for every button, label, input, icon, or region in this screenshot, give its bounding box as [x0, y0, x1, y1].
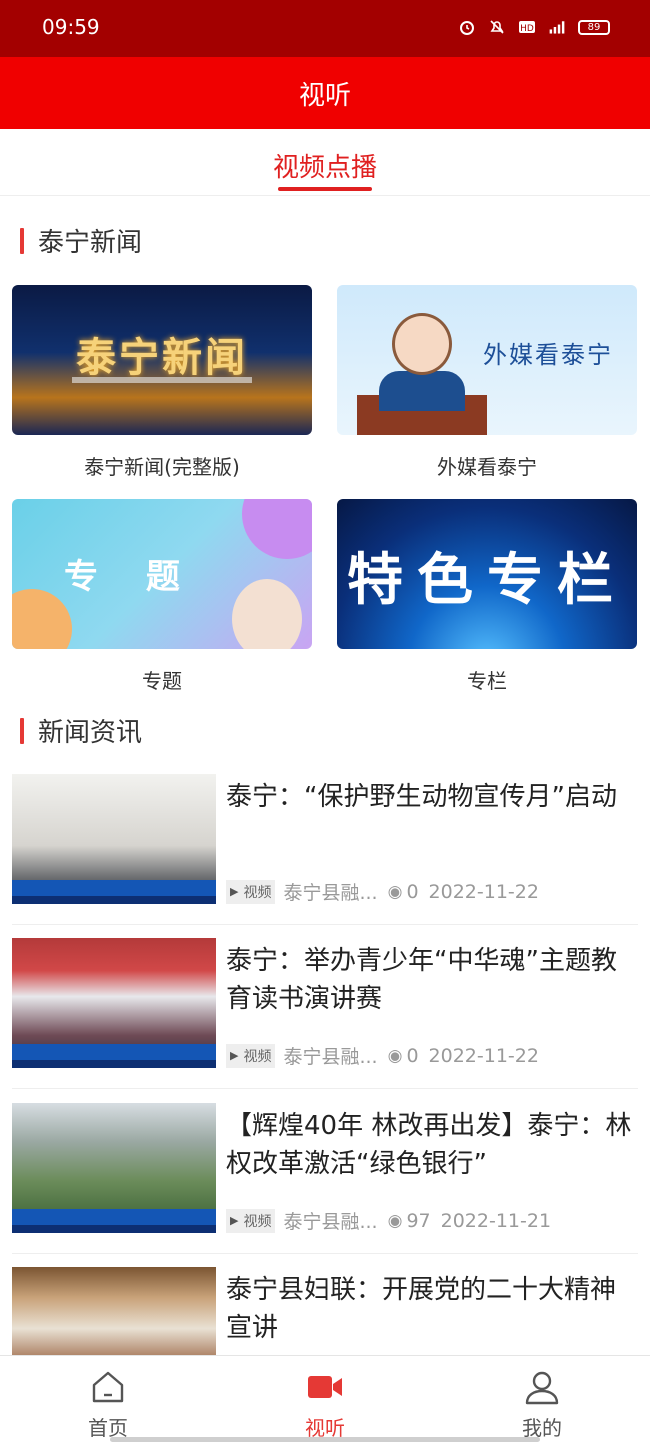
news-title: 泰宁：举办青少年“中华魂”主题教育读书演讲赛	[226, 946, 617, 1014]
video-tag: ▶ 视频	[226, 879, 276, 904]
status-bar: 09:59 HD 89	[0, 0, 650, 57]
news-source: 泰宁县融...	[283, 1046, 378, 1068]
presenter-body-shape	[379, 371, 465, 411]
news-thumbnail	[12, 774, 216, 904]
home-indicator[interactable]	[110, 1437, 540, 1442]
news-caption-strip	[12, 1060, 216, 1068]
bottom-nav: 首页 视听 我的	[0, 1355, 650, 1445]
nav-home[interactable]: 首页	[48, 1368, 168, 1441]
news-caption-strip	[12, 880, 216, 896]
section-header-tv: 泰宁新闻	[20, 222, 142, 259]
news-meta: ▶ 视频 泰宁县融... ◉ 0 2022-11-22	[226, 1042, 634, 1069]
reporter-figure-shape	[232, 579, 302, 649]
news-caption-strip	[12, 896, 216, 904]
news-title: 泰宁县妇联：开展党的二十大精神宣讲	[226, 1275, 617, 1343]
news-list-item[interactable]: 泰宁：“保护野生动物宣传月”启动 ▶ 视频 泰宁县融... ◉ 0 2022-11…	[12, 774, 638, 925]
thumbnail-title: 泰宁新闻	[76, 335, 248, 381]
thumbnail-title: 专 题	[64, 557, 198, 597]
news-views: 97	[406, 1209, 431, 1232]
news-meta: ▶ 视频 泰宁县融... ◉ 97 2022-11-21	[226, 1207, 634, 1234]
alarm-icon	[458, 18, 476, 36]
status-icons: HD 89	[458, 18, 610, 36]
nav-profile[interactable]: 我的	[482, 1368, 602, 1441]
section-header-news: 新闻资讯	[20, 712, 142, 749]
program-label: 专栏	[467, 669, 507, 693]
video-tag: ▶ 视频	[226, 1208, 276, 1233]
section-marker	[20, 717, 24, 744]
video-tag: ▶ 视频	[226, 1043, 276, 1068]
status-time: 09:59	[42, 15, 100, 39]
program-card-column[interactable]: 特色专栏 专栏	[337, 499, 637, 694]
news-thumbnail	[12, 1103, 216, 1233]
news-list-item[interactable]: 【辉煌40年 林改再出发】泰宁：林权改革激活“绿色银行” ▶ 视频 泰宁县融...…	[12, 1103, 638, 1254]
decor-circle	[242, 499, 312, 559]
decor-circle	[12, 589, 72, 649]
play-icon: ▶	[230, 1049, 239, 1062]
section-marker	[20, 227, 24, 254]
section-title-tv: 泰宁新闻	[38, 228, 143, 258]
news-source: 泰宁县融...	[283, 882, 378, 904]
news-views: 0	[406, 880, 419, 903]
user-icon	[482, 1368, 602, 1406]
svg-text:HD: HD	[520, 24, 534, 34]
news-views: 0	[406, 1044, 419, 1067]
news-caption-strip	[12, 1225, 216, 1233]
page-title: 视听	[298, 80, 351, 111]
program-thumbnail: 专 题	[12, 499, 312, 649]
tab-active-indicator	[278, 187, 372, 191]
program-thumbnail: 特色专栏	[337, 499, 637, 649]
program-label: 外媒看泰宁	[437, 455, 537, 479]
section-title-news: 新闻资讯	[38, 718, 143, 748]
news-meta: ▶ 视频 泰宁县融... ◉ 0 2022-11-22	[226, 878, 634, 905]
program-thumbnail: 泰宁新闻	[12, 285, 312, 435]
program-thumbnail: 外媒看泰宁	[337, 285, 637, 435]
news-date: 2022-11-22	[428, 1044, 539, 1067]
tab-video-on-demand[interactable]: 视频点播	[0, 147, 650, 184]
thumbnail-title: 外媒看泰宁	[483, 341, 613, 369]
program-card-news-full[interactable]: 泰宁新闻 泰宁新闻(完整版)	[12, 285, 312, 480]
mute-bell-icon	[488, 18, 506, 36]
news-caption-strip	[12, 1209, 216, 1225]
presenter-head-shape	[392, 313, 452, 375]
play-icon: ▶	[230, 1214, 239, 1227]
news-date: 2022-11-21	[440, 1209, 552, 1232]
hd-icon: HD	[518, 18, 536, 36]
eye-icon: ◉	[387, 881, 403, 902]
thumbnail-title: 特色专栏	[347, 548, 627, 613]
program-card-special-topic[interactable]: 专 题 专题	[12, 499, 312, 694]
battery-icon: 89	[578, 19, 610, 35]
eye-icon: ◉	[387, 1210, 403, 1231]
page-header: 视听	[0, 57, 650, 129]
video-camera-icon	[265, 1368, 385, 1406]
program-card-foreign-media[interactable]: 外媒看泰宁 外媒看泰宁	[337, 285, 637, 480]
news-list-item[interactable]: 泰宁：举办青少年“中华魂”主题教育读书演讲赛 ▶ 视频 泰宁县融... ◉ 0 2…	[12, 938, 638, 1089]
signal-icon	[548, 18, 566, 36]
news-source: 泰宁县融...	[283, 1211, 378, 1233]
home-icon	[48, 1368, 168, 1406]
news-title: 【辉煌40年 林改再出发】泰宁：林权改革激活“绿色银行”	[226, 1111, 632, 1179]
news-caption-strip	[12, 1044, 216, 1060]
news-thumbnail	[12, 1267, 216, 1355]
tab-bar: 视频点播	[0, 129, 650, 196]
thumbnail-subline	[72, 377, 252, 383]
eye-icon: ◉	[387, 1045, 403, 1066]
program-label: 泰宁新闻(完整版)	[84, 455, 240, 479]
nav-video[interactable]: 视听	[265, 1368, 385, 1441]
news-date: 2022-11-22	[428, 880, 539, 903]
play-icon: ▶	[230, 885, 239, 898]
news-thumbnail	[12, 938, 216, 1068]
news-title: 泰宁：“保护野生动物宣传月”启动	[226, 782, 617, 812]
program-label: 专题	[142, 669, 182, 693]
